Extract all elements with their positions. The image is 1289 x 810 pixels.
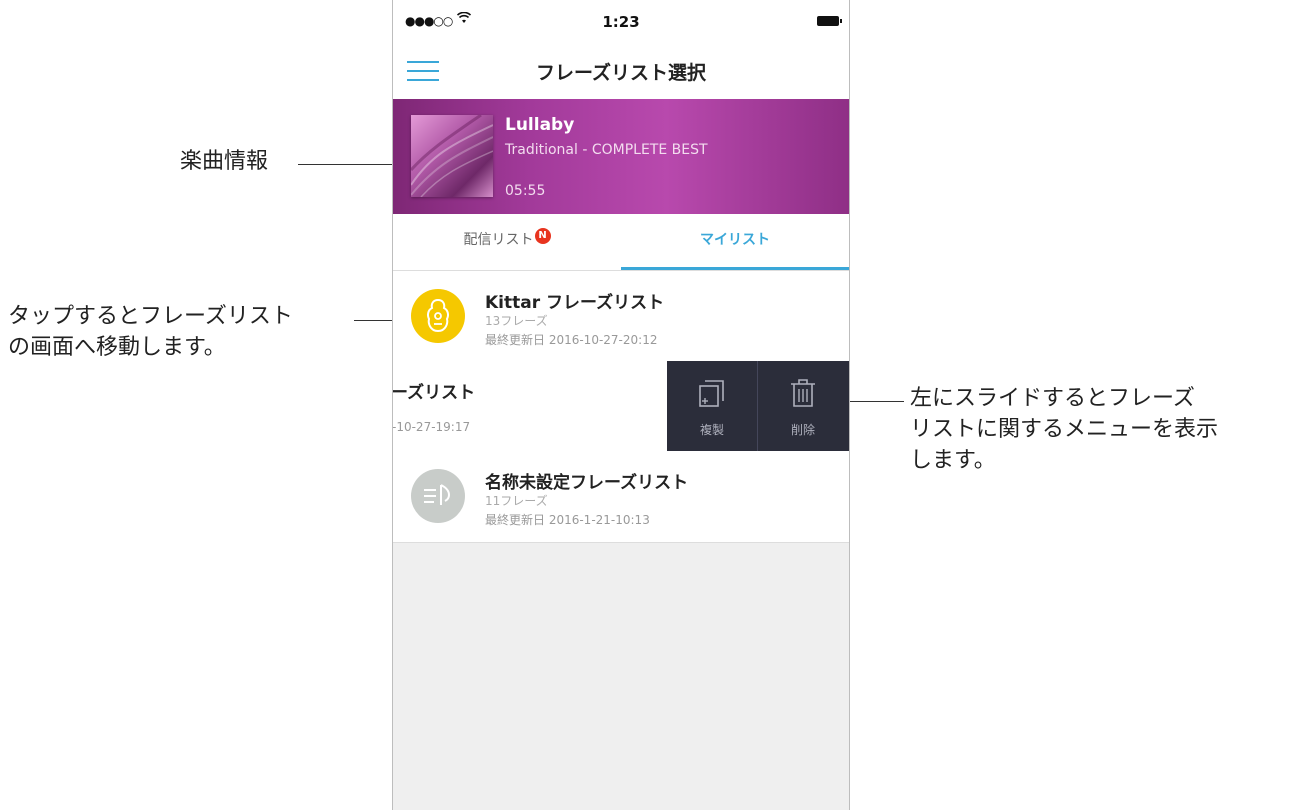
tab-my-list-label: マイリスト — [700, 232, 770, 248]
annotation-line-song-info — [298, 164, 406, 165]
album-artwork — [409, 113, 494, 198]
song-duration: 05:55 — [505, 183, 546, 199]
status-bar: ●●●○○ 1:23 — [393, 0, 849, 44]
list-title: Kittar フレーズリスト — [485, 293, 665, 313]
annotation-tap: タップするとフレーズリスト の画面へ移動します。 — [8, 302, 293, 364]
phrase-list: Kittar フレーズリスト 13フレーズ 最終更新日 2016-10-27-2… — [393, 271, 849, 543]
list-item-swiped[interactable]: ーズリスト -10-27-19:17 複製 削除 — [393, 361, 849, 452]
delete-button[interactable]: 削除 — [758, 361, 848, 451]
copy-button[interactable]: 複製 — [667, 361, 758, 451]
tab-my-list[interactable]: マイリスト — [621, 214, 849, 270]
nav-bar: フレーズリスト選択 — [393, 44, 849, 99]
song-title: Lullaby — [505, 115, 575, 135]
list-title: 名称未設定フレーズリスト — [485, 473, 689, 493]
copy-icon — [699, 380, 724, 407]
list-phrase-count: 11フレーズ — [485, 494, 548, 508]
list-phrase-count: 13フレーズ — [485, 314, 548, 328]
phone-screen: ●●●○○ 1:23 フレーズリスト選択 Lullaby Traditional… — [392, 0, 850, 810]
battery-icon — [817, 16, 842, 26]
annotation-slide-line3: します。 — [910, 447, 996, 473]
page-title: フレーズリスト選択 — [535, 62, 707, 84]
new-badge: N — [534, 228, 551, 244]
copy-label: 複製 — [699, 423, 724, 437]
list-title-partial: ーズリスト — [393, 383, 476, 403]
tab-bar: 配信リスト N マイリスト — [393, 214, 849, 271]
song-info-banner: Lullaby Traditional - COMPLETE BEST 05:5… — [393, 99, 849, 214]
annotation-song-info: 楽曲情報 — [180, 149, 269, 174]
annotation-tap-line1: タップするとフレーズリスト — [8, 304, 293, 329]
list-updated-date: 最終更新日 2016-10-27-20:12 — [485, 333, 658, 347]
annotation-tap-line2: の画面へ移動します。 — [8, 334, 226, 360]
status-time: 1:23 — [602, 13, 640, 31]
tab-distribution-label: 配信リスト — [463, 232, 534, 248]
annotation-slide: 左にスライドするとフレーズ リストに関するメニューを表示 します。 — [910, 384, 1218, 476]
list-updated-date: 最終更新日 2016-1-21-10:13 — [485, 513, 650, 527]
tab-distribution-list[interactable]: 配信リスト N — [393, 214, 621, 270]
swipe-actions: 複製 削除 — [667, 361, 849, 451]
delete-label: 削除 — [790, 423, 815, 437]
list-item[interactable]: Kittar フレーズリスト 13フレーズ 最終更新日 2016-10-27-2… — [393, 271, 849, 362]
music-list-icon — [411, 469, 465, 523]
song-artist-album: Traditional - COMPLETE BEST — [505, 142, 708, 158]
list-updated-date-partial: -10-27-19:17 — [393, 420, 471, 434]
list-item[interactable]: 名称未設定フレーズリスト 11フレーズ 最終更新日 2016-1-21-10:1… — [393, 451, 849, 541]
annotation-slide-line1: 左にスライドするとフレーズ — [910, 386, 1195, 411]
trash-icon — [791, 379, 815, 407]
guitar-icon — [411, 289, 465, 343]
annotation-slide-line2: リストに関するメニューを表示 — [910, 416, 1219, 442]
